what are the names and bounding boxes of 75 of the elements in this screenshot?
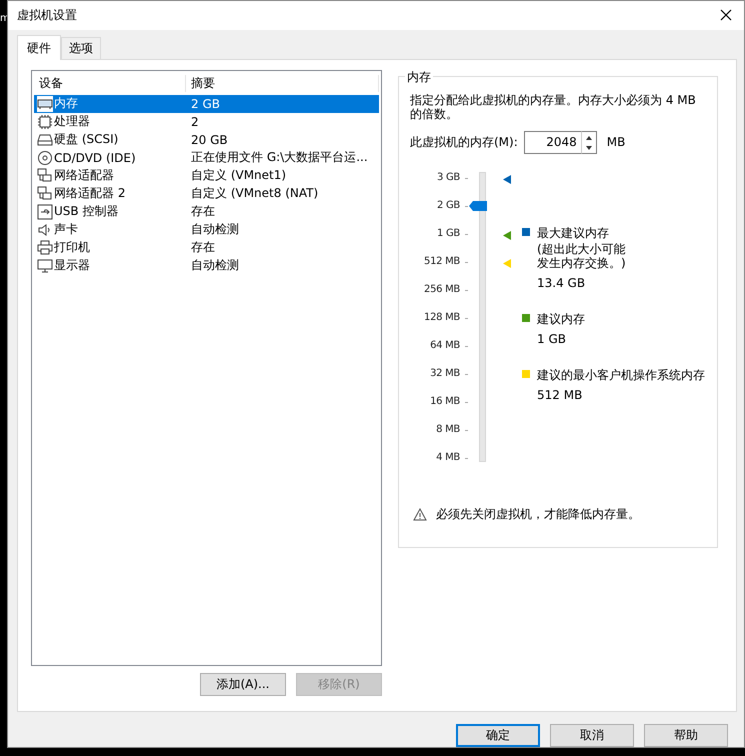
device-summary: 2 GB [190,96,221,111]
tick-label: 8 MB [436,424,460,435]
add-button[interactable]: 添加(A)... [200,672,286,696]
device-name: 网络适配器 [54,167,114,184]
device-summary: 自动检测 [190,257,240,274]
network-icon [37,168,53,184]
tick-label: 32 MB [430,368,460,379]
tick-label: 3 GB [437,172,460,183]
help-button[interactable]: 帮助 [644,724,728,747]
memory-slider[interactable] [469,172,489,462]
device-row[interactable]: 网络适配器 自定义 (VMnet1) [34,166,379,185]
device-name: 声卡 [54,221,78,238]
tick-label: 4 MB [436,452,460,463]
device-name: 网络适配器 2 [54,185,126,202]
device-summary: 存在 [190,203,216,220]
tick-label: 16 MB [430,396,460,407]
legend-label: 建议的最小客户机操作系统内存 [537,368,705,382]
memory-description: 指定分配给此虚拟机的内存量。内存大小必须为 4 MB 的倍数。 [410,92,697,121]
legend-value: 1 GB [537,332,567,346]
device-name: USB 控制器 [54,203,118,220]
legend-note: (超出此大小可能 [537,242,626,256]
device-row[interactable]: USB 控制器 存在 [34,202,379,221]
device-name: 显示器 [54,257,90,274]
device-summary: 正在使用文件 G:\大数据平台运... [190,149,369,166]
device-row[interactable]: 显示器 自动检测 [34,256,379,275]
legend-value: 13.4 GB [537,276,586,290]
tick-label: 1 GB [437,228,460,239]
ok-button[interactable]: 确定 [456,724,540,747]
device-row[interactable]: 打印机 存在 [34,238,379,257]
device-summary: 自动检测 [190,221,240,238]
device-name: CD/DVD (IDE) [54,150,136,165]
device-summary: 2 [190,114,200,129]
legend-label: 建议内存 [537,312,585,326]
device-name: 打印机 [54,239,90,256]
tick-label: 2 GB [437,200,460,211]
chip-icon [37,114,53,130]
warning-icon [413,508,427,521]
device-row[interactable]: 内存 2 GB [34,94,379,113]
cancel-button[interactable]: 取消 [550,724,634,747]
device-summary: 自定义 (VMnet1) [190,167,288,184]
legend-value: 512 MB [537,388,584,402]
device-name: 处理器 [54,113,90,130]
tick-label: 256 MB [424,284,460,295]
tick-label: 64 MB [430,340,460,351]
unit-label: MB [606,135,626,150]
slider-thumb[interactable] [469,200,487,211]
device-row[interactable]: 网络适配器 2 自定义 (VMnet8 (NAT) [34,184,379,203]
tick-label: 128 MB [424,312,460,323]
printer-icon [37,240,53,256]
disc-icon [37,150,53,166]
usb-icon [37,204,53,220]
memory-input-field[interactable]: 2048 [524,130,582,154]
monitor-icon [37,258,53,274]
memory-icon [37,96,53,112]
memory-label: 此虚拟机的内存(M): [410,134,518,151]
device-summary: 自定义 (VMnet8 (NAT) [190,185,320,202]
device-name: 硬盘 (SCSI) [54,131,118,148]
tab[interactable]: 硬件 [17,34,61,60]
network-icon [37,186,53,202]
device-summary: 20 GB [190,132,229,147]
warning-text: 必须先关闭虚拟机，才能降低内存量。 [436,506,640,523]
device-summary: 存在 [190,239,216,256]
device-row[interactable]: CD/DVD (IDE) 正在使用文件 G:\大数据平台运... [34,148,379,167]
device-row[interactable]: 处理器 2 [34,112,379,131]
device-name: 内存 [54,95,78,112]
legend-note: 发生内存交换。) [537,256,626,270]
window-title: 虚拟机设置 [17,6,77,24]
device-row[interactable]: 声卡 自动检测 [34,220,379,239]
legend-label: 最大建议内存 [537,226,610,240]
device-row[interactable]: 硬盘 (SCSI) 20 GB [34,130,379,149]
disk-drive-icon [37,132,53,148]
column-header[interactable]: 摘要 [186,75,379,92]
column-header[interactable]: 设备 [34,75,186,92]
tick-label: 512 MB [424,256,460,267]
tab[interactable]: 选项 [61,36,101,59]
